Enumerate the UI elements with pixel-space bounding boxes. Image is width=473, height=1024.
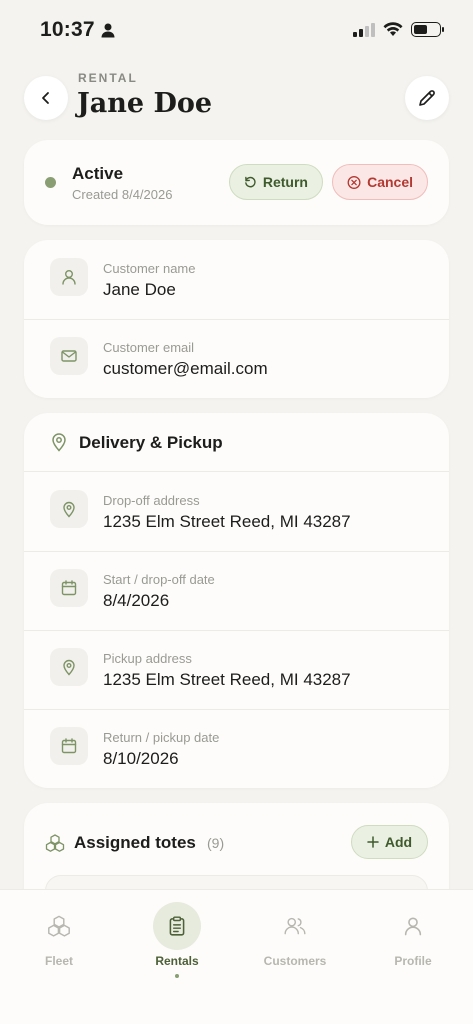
- customer-name-row: Customer name Jane Doe: [24, 240, 449, 319]
- x-circle-icon: [347, 175, 361, 189]
- delivery-pickup-card: Delivery & Pickup Drop-off address 1235 …: [24, 413, 449, 788]
- status-icons: [353, 22, 444, 37]
- tab-profile[interactable]: Profile: [354, 902, 472, 982]
- status-time: 10:37: [40, 18, 115, 42]
- cellular-signal-icon: [353, 22, 375, 37]
- return-date-label: Return / pickup date: [103, 730, 220, 745]
- customer-email-value: customer@email.com: [103, 359, 268, 378]
- pickup-address-value: 1235 Elm Street Reed, MI 43287: [103, 670, 351, 689]
- battery-icon: [411, 22, 444, 37]
- rental-status-card: Active Created 8/4/2026 Return Cancel: [24, 140, 449, 225]
- active-tab-indicator: [175, 974, 179, 978]
- start-date-row: Start / drop-off date 8/4/2026: [24, 551, 449, 630]
- cancel-button-label: Cancel: [367, 174, 413, 190]
- clipboard-icon: [153, 902, 201, 950]
- boxes-icon: [35, 902, 83, 950]
- edit-button[interactable]: [405, 76, 449, 120]
- page-header: RENTAL Jane Doe: [0, 66, 473, 136]
- map-pin-icon: [52, 433, 66, 452]
- created-date: Created 8/4/2026: [72, 187, 173, 202]
- map-pin-icon: [50, 648, 88, 686]
- cancel-button[interactable]: Cancel: [332, 164, 428, 200]
- return-button-label: Return: [262, 174, 308, 190]
- user-icon: [50, 258, 88, 296]
- clock-text: 10:37: [40, 18, 95, 41]
- tab-customers[interactable]: Customers: [236, 902, 354, 982]
- delivery-section-title: Delivery & Pickup: [79, 433, 223, 452]
- customer-email-label: Customer email: [103, 340, 195, 355]
- boxes-icon: [45, 834, 65, 852]
- return-button[interactable]: Return: [229, 164, 323, 200]
- status-label: Active: [72, 164, 124, 183]
- person-icon: [101, 23, 115, 37]
- return-date-value: 8/10/2026: [103, 749, 179, 768]
- start-date-label: Start / drop-off date: [103, 572, 215, 587]
- bottom-tab-bar: Fleet Rentals Customers Profile: [0, 889, 473, 1024]
- tab-fleet-label: Fleet: [44, 954, 73, 968]
- wifi-icon: [383, 22, 403, 36]
- map-pin-icon: [50, 490, 88, 528]
- tab-profile-label: Profile: [394, 954, 432, 968]
- pickup-address-label: Pickup address: [103, 651, 192, 666]
- status-indicator: [45, 177, 56, 188]
- tab-rentals-label: Rentals: [155, 954, 199, 968]
- customer-name-value: Jane Doe: [103, 280, 176, 299]
- rotate-ccw-icon: [245, 176, 256, 188]
- mail-icon: [50, 337, 88, 375]
- calendar-icon: [50, 727, 88, 765]
- dropoff-address-row: Drop-off address 1235 Elm Street Reed, M…: [24, 472, 449, 551]
- users-icon: [271, 902, 319, 950]
- tab-customers-label: Customers: [263, 954, 327, 968]
- customer-card: Customer name Jane Doe Customer email cu…: [24, 240, 449, 398]
- tab-rentals[interactable]: Rentals: [118, 902, 236, 982]
- user-icon: [389, 902, 437, 950]
- customer-email-row: Customer email customer@email.com: [24, 319, 449, 398]
- page-eyebrow: RENTAL: [78, 71, 138, 85]
- plus-icon: [367, 836, 379, 848]
- add-tote-button[interactable]: Add: [351, 825, 428, 859]
- page-title: Jane Doe: [77, 88, 213, 119]
- tab-fleet[interactable]: Fleet: [0, 902, 118, 982]
- pickup-address-row: Pickup address 1235 Elm Street Reed, MI …: [24, 630, 449, 709]
- start-date-value: 8/4/2026: [103, 591, 170, 610]
- chevron-left-icon: [42, 92, 49, 104]
- back-button[interactable]: [24, 76, 68, 120]
- add-tote-label: Add: [384, 834, 413, 850]
- status-bar: 10:37: [0, 0, 473, 60]
- dropoff-address-value: 1235 Elm Street Reed, MI 43287: [103, 512, 351, 531]
- customer-name-label: Customer name: [103, 261, 196, 276]
- pencil-icon: [419, 90, 435, 106]
- return-date-row: Return / pickup date 8/10/2026: [24, 709, 449, 788]
- totes-title: Assigned totes: [74, 833, 196, 852]
- delivery-section-header: Delivery & Pickup: [24, 413, 449, 471]
- totes-count: (9): [207, 835, 225, 851]
- calendar-icon: [50, 569, 88, 607]
- dropoff-address-label: Drop-off address: [103, 493, 200, 508]
